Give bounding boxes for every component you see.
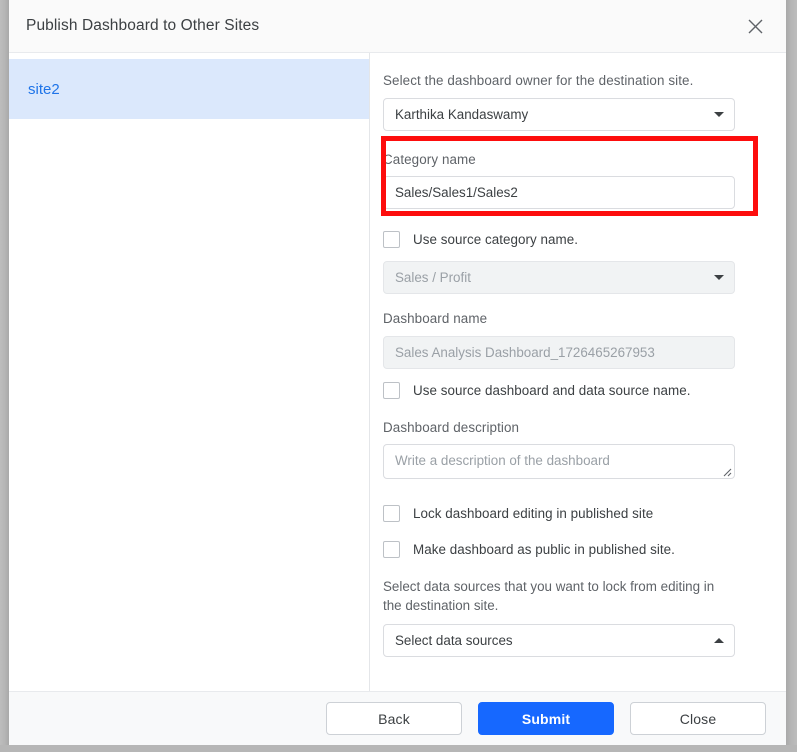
dialog-body: site2 Select the dashboard owner for the… [9, 53, 786, 691]
window-frame: Publish Dashboard to Other Sites site2 S… [0, 0, 797, 752]
dashboard-description-label: Dashboard description [383, 419, 520, 435]
make-public-label: Make dashboard as public in published si… [413, 541, 675, 557]
lock-editing-checkbox[interactable] [383, 504, 400, 522]
chevron-down-icon [714, 275, 724, 280]
dialog-title: Publish Dashboard to Other Sites [26, 17, 260, 34]
make-public-checkbox[interactable] [383, 540, 400, 558]
data-sources-select[interactable]: Select data sources [383, 624, 735, 658]
category-name-value: Sales/Sales1/Sales2 [395, 185, 518, 200]
use-source-category-label: Use source category name. [413, 231, 578, 247]
owner-value: Karthika Kandaswamy [395, 106, 529, 122]
category-name-input[interactable]: Sales/Sales1/Sales2 [383, 176, 735, 209]
sidebar-item-label: site2 [28, 80, 60, 98]
dialog-footer: Back Submit Close [9, 691, 786, 745]
resize-grip-icon[interactable] [720, 465, 732, 477]
background-page-right-strip [786, 0, 797, 752]
category-name-label: Category name [383, 151, 476, 167]
back-button[interactable]: Back [326, 702, 462, 735]
use-source-dashboard-label: Use source dashboard and data source nam… [413, 383, 691, 398]
use-source-category-row[interactable]: Use source category name. [383, 225, 756, 253]
chevron-up-icon [714, 638, 724, 644]
dashboard-name-value: Sales Analysis Dashboard_1726465267953 [395, 344, 655, 360]
dashboard-description-textarea[interactable]: Write a description of the dashboard [383, 444, 735, 479]
publish-dashboard-dialog: Publish Dashboard to Other Sites site2 S… [9, 0, 786, 745]
data-sources-placeholder: Select data sources [395, 633, 513, 649]
close-footer-button[interactable]: Close [630, 702, 766, 735]
owner-select[interactable]: Karthika Kandaswamy [383, 97, 735, 131]
owner-label: Select the dashboard owner for the desti… [383, 73, 694, 88]
submit-button[interactable]: Submit [478, 702, 614, 735]
dashboard-name-label: Dashboard name [383, 311, 488, 326]
background-page-left-strip [0, 0, 9, 752]
close-button[interactable] [738, 9, 772, 43]
chevron-down-icon [714, 111, 724, 117]
make-public-row[interactable]: Make dashboard as public in published si… [383, 535, 756, 563]
sidebar-item-site2[interactable]: site2 [9, 59, 369, 119]
use-source-dashboard-row[interactable]: Use source dashboard and data source nam… [383, 377, 756, 405]
site-list-sidebar: site2 [9, 53, 370, 691]
close-icon [748, 19, 763, 34]
use-source-dashboard-checkbox[interactable] [383, 382, 400, 399]
dialog-titlebar: Publish Dashboard to Other Sites [9, 0, 786, 53]
publish-form: Select the dashboard owner for the desti… [370, 53, 786, 691]
dashboard-name-input[interactable]: Sales Analysis Dashboard_1726465267953 [383, 335, 735, 369]
category-select-placeholder: Sales / Profit [395, 270, 471, 285]
lock-editing-label: Lock dashboard editing in published site [413, 505, 654, 521]
category-select[interactable]: Sales / Profit [383, 261, 735, 294]
use-source-category-checkbox[interactable] [383, 230, 400, 248]
lock-editing-row[interactable]: Lock dashboard editing in published site [383, 499, 756, 527]
background-page-bottom-strip [0, 745, 797, 752]
data-sources-label: Select data sources that you want to loc… [383, 579, 715, 614]
dashboard-description-placeholder: Write a description of the dashboard [395, 453, 610, 468]
